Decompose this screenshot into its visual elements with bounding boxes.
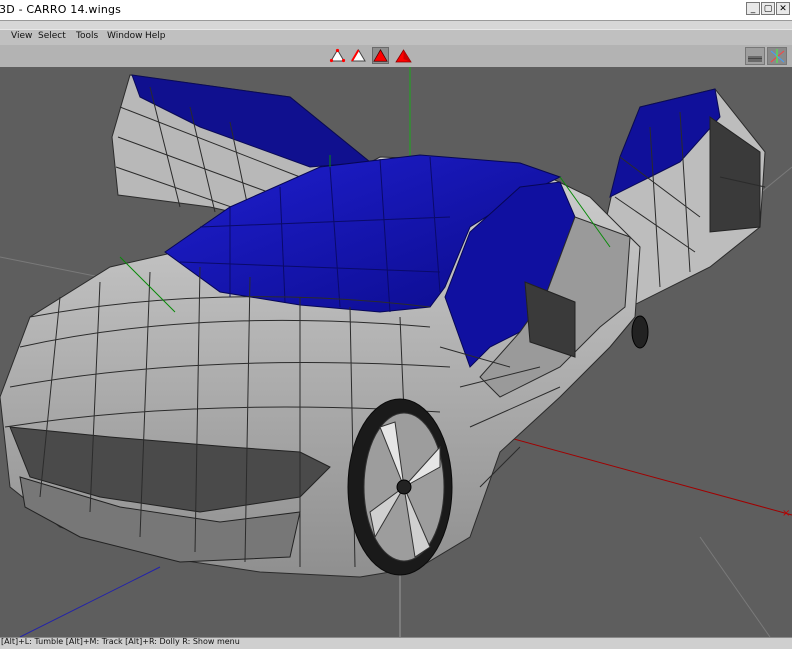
- z-axis-line: [19, 566, 161, 637]
- window-controls: _ ▢ ✕: [746, 2, 790, 15]
- window-title: 3D - CARRO 14.wings: [0, 3, 122, 16]
- shaded-view-icon: [748, 56, 762, 62]
- body-mode-button[interactable]: [395, 47, 412, 64]
- x-axis-marker: ×: [782, 508, 790, 519]
- status-bar: [Alt]+L: Tumble [Alt]+M: Track [Alt]+R: …: [0, 637, 792, 649]
- x-axis-line: [469, 426, 792, 516]
- close-button[interactable]: ✕: [776, 2, 790, 15]
- menu-select[interactable]: Select: [38, 31, 66, 41]
- menu-window[interactable]: Window: [107, 31, 143, 41]
- menu-bar: View Select Tools Window Help: [0, 29, 792, 46]
- maximize-button[interactable]: ▢: [761, 2, 775, 15]
- axes-icon: [770, 49, 785, 63]
- menu-tools[interactable]: Tools: [76, 31, 98, 41]
- grid-line: [699, 536, 771, 637]
- 3d-viewport[interactable]: ×: [0, 67, 792, 637]
- menu-help[interactable]: Help: [145, 31, 166, 41]
- menu-view[interactable]: View: [11, 31, 32, 41]
- face-mode-icon: [373, 49, 388, 62]
- title-bar: 3D - CARRO 14.wings _ ▢ ✕: [0, 0, 792, 21]
- selection-mode-toolbar: [0, 45, 792, 68]
- wings3d-window: 3D - CARRO 14.wings _ ▢ ✕ View Select To…: [0, 0, 792, 649]
- status-hint-text: [Alt]+L: Tumble [Alt]+M: Track [Alt]+R: …: [1, 637, 240, 646]
- car-model-render: ×: [0, 67, 792, 637]
- vertex-mode-icon: [329, 48, 346, 63]
- shaded-view-button[interactable]: [745, 47, 765, 65]
- body-mode-icon: [395, 49, 412, 63]
- edge-mode-icon: [351, 49, 366, 62]
- car-body: [0, 154, 641, 578]
- minimize-button[interactable]: _: [746, 2, 760, 15]
- face-mode-button[interactable]: [372, 47, 389, 64]
- edge-mode-button[interactable]: [350, 47, 367, 64]
- vertex-mode-button[interactable]: [329, 47, 346, 64]
- toggle-axes-button[interactable]: [767, 47, 787, 65]
- rear-wheel: [631, 315, 649, 349]
- window-frame-strip: [0, 21, 792, 29]
- front-wheel: [347, 398, 453, 576]
